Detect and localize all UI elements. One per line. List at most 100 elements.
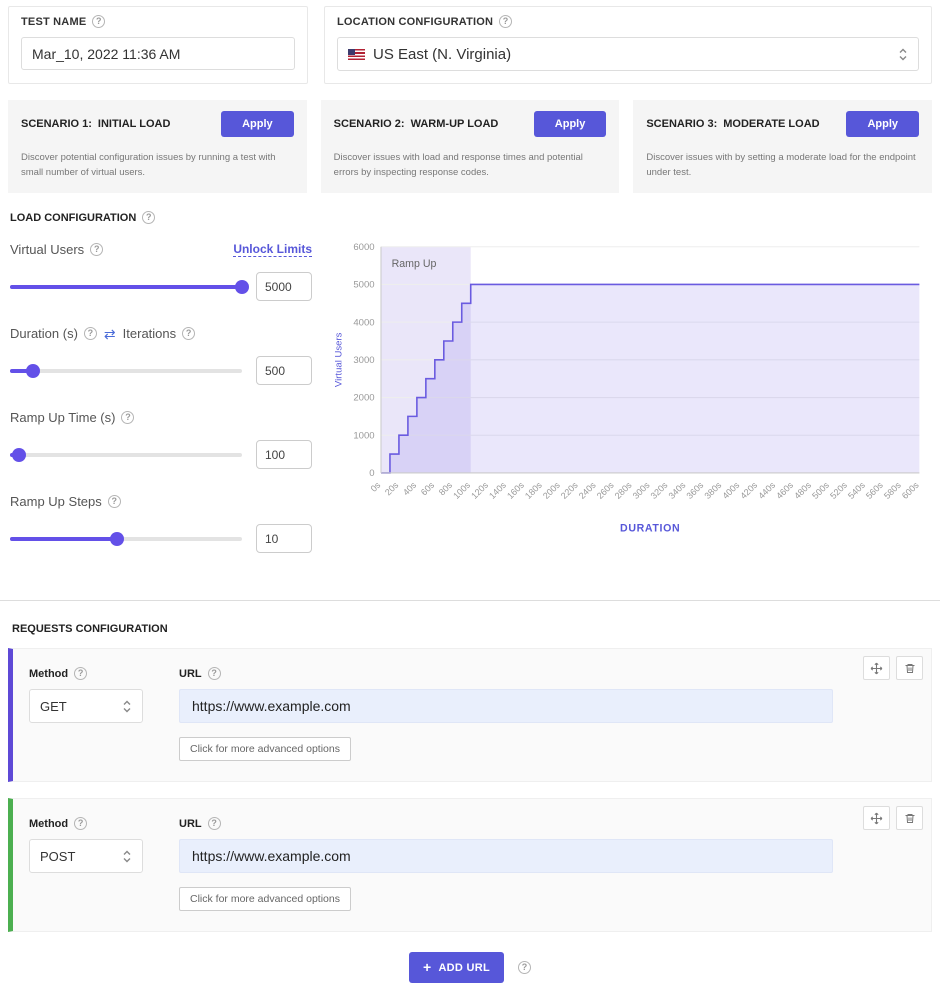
chevron-updown-icon: [122, 849, 132, 864]
swap-duration-iterations-icon[interactable]: [104, 327, 116, 341]
help-icon[interactable]: [499, 15, 512, 28]
iterations-label: Iterations: [123, 326, 176, 341]
advanced-options-button-1[interactable]: Click for more advanced options: [179, 737, 351, 761]
slider-thumb[interactable]: [26, 364, 40, 378]
unlock-limits-link[interactable]: Unlock Limits: [233, 242, 312, 257]
virtual-users-value-input[interactable]: [256, 272, 312, 301]
request-card-1: Method GET URL: [8, 648, 932, 782]
delete-request-button[interactable]: [896, 806, 923, 830]
svg-text:40s: 40s: [401, 480, 419, 498]
duration-value-input[interactable]: [256, 356, 312, 385]
svg-text:0: 0: [369, 469, 374, 480]
svg-text:20s: 20s: [383, 480, 401, 498]
svg-text:2000: 2000: [353, 393, 374, 404]
help-icon[interactable]: [90, 243, 103, 256]
location-select[interactable]: US East (N. Virginia): [337, 37, 919, 71]
scenario-1-description: Discover potential configuration issues …: [21, 151, 294, 180]
scenario-card-2: SCENARIO 2:WARM-UP LOAD Apply Discover i…: [321, 100, 620, 193]
svg-text:Virtual Users: Virtual Users: [334, 333, 345, 388]
advanced-options-button-2[interactable]: Click for more advanced options: [179, 887, 351, 911]
add-url-button[interactable]: ADD URL: [409, 952, 504, 983]
ramp-up-steps-slider[interactable]: [10, 532, 242, 546]
apply-button-scenario-3[interactable]: Apply: [846, 111, 919, 137]
slider-thumb[interactable]: [12, 448, 26, 462]
url-input-2[interactable]: [179, 839, 833, 873]
url-label: URL: [179, 818, 202, 830]
help-icon[interactable]: [518, 961, 531, 974]
apply-button-scenario-1[interactable]: Apply: [221, 111, 294, 137]
duration-row: Duration (s) Iterations: [10, 326, 312, 385]
svg-text:180s: 180s: [523, 480, 544, 501]
delete-request-button[interactable]: [896, 656, 923, 680]
scenario-card-3: SCENARIO 3:MODERATE LOAD Apply Discover …: [633, 100, 932, 193]
ramp-up-steps-label: Ramp Up Steps: [10, 494, 102, 509]
help-icon[interactable]: [208, 817, 221, 830]
svg-text:520s: 520s: [828, 480, 849, 501]
ramp-up-time-value-input[interactable]: [256, 440, 312, 469]
requests-configuration-title: REQUESTS CONFIGURATION: [8, 623, 932, 635]
slider-thumb[interactable]: [235, 280, 249, 294]
test-name-label-row: TEST NAME: [21, 15, 295, 28]
method-value: POST: [40, 849, 75, 864]
load-chart: 01000200030004000500060000s20s40s60s80s1…: [312, 232, 930, 578]
load-configuration-title: LOAD CONFIGURATION: [10, 211, 930, 224]
svg-text:100s: 100s: [451, 480, 472, 501]
chevron-updown-icon: [122, 699, 132, 714]
help-icon[interactable]: [74, 667, 87, 680]
test-name-input[interactable]: [21, 37, 295, 70]
method-value: GET: [40, 699, 67, 714]
section-divider: [0, 600, 940, 601]
svg-text:Ramp Up: Ramp Up: [392, 258, 437, 270]
top-row: TEST NAME LOCATION CONFIGURATION US East…: [8, 6, 932, 84]
scenario-3-title: SCENARIO 3:MODERATE LOAD: [646, 118, 819, 130]
move-icon: [870, 662, 883, 675]
help-icon[interactable]: [182, 327, 195, 340]
svg-text:280s: 280s: [613, 480, 634, 501]
svg-text:360s: 360s: [685, 480, 706, 501]
scenario-2-title: SCENARIO 2:WARM-UP LOAD: [334, 118, 499, 130]
location-label-row: LOCATION CONFIGURATION: [337, 15, 919, 28]
ramp-up-time-slider[interactable]: [10, 448, 242, 462]
svg-text:1000: 1000: [353, 431, 374, 442]
svg-text:320s: 320s: [649, 480, 670, 501]
help-icon[interactable]: [208, 667, 221, 680]
load-test-configuration-page: TEST NAME LOCATION CONFIGURATION US East…: [0, 0, 940, 997]
virtual-users-label: Virtual Users: [10, 242, 84, 257]
ramp-up-time-row: Ramp Up Time (s): [10, 410, 312, 469]
help-icon[interactable]: [142, 211, 155, 224]
svg-text:500s: 500s: [810, 480, 831, 501]
move-request-button[interactable]: [863, 806, 890, 830]
virtual-users-slider[interactable]: [10, 280, 242, 294]
method-select-1[interactable]: GET: [29, 689, 143, 723]
help-icon[interactable]: [121, 411, 134, 424]
duration-label: Duration (s): [10, 326, 78, 341]
svg-text:560s: 560s: [864, 480, 885, 501]
svg-text:480s: 480s: [792, 480, 813, 501]
ramp-up-steps-value-input[interactable]: [256, 524, 312, 553]
help-icon[interactable]: [84, 327, 97, 340]
method-label: Method: [29, 668, 68, 680]
ramp-up-chart: 01000200030004000500060000s20s40s60s80s1…: [330, 234, 930, 537]
test-name-label: TEST NAME: [21, 16, 86, 28]
scenario-1-title: SCENARIO 1:INITIAL LOAD: [21, 118, 170, 130]
location-value: US East (N. Virginia): [373, 46, 890, 63]
svg-text:260s: 260s: [595, 480, 616, 501]
method-label: Method: [29, 818, 68, 830]
help-icon[interactable]: [92, 15, 105, 28]
svg-text:380s: 380s: [702, 480, 723, 501]
location-panel: LOCATION CONFIGURATION US East (N. Virgi…: [324, 6, 932, 84]
apply-button-scenario-2[interactable]: Apply: [534, 111, 607, 137]
scenarios-row: SCENARIO 1:INITIAL LOAD Apply Discover p…: [8, 100, 932, 193]
svg-text:600s: 600s: [900, 480, 921, 501]
slider-thumb[interactable]: [110, 532, 124, 546]
move-request-button[interactable]: [863, 656, 890, 680]
move-icon: [870, 812, 883, 825]
us-flag-icon: [348, 49, 365, 60]
duration-slider[interactable]: [10, 364, 242, 378]
method-select-2[interactable]: POST: [29, 839, 143, 873]
help-icon[interactable]: [108, 495, 121, 508]
url-input-1[interactable]: [179, 689, 833, 723]
svg-text:DURATION: DURATION: [620, 523, 680, 535]
help-icon[interactable]: [74, 817, 87, 830]
svg-text:60s: 60s: [419, 480, 437, 498]
